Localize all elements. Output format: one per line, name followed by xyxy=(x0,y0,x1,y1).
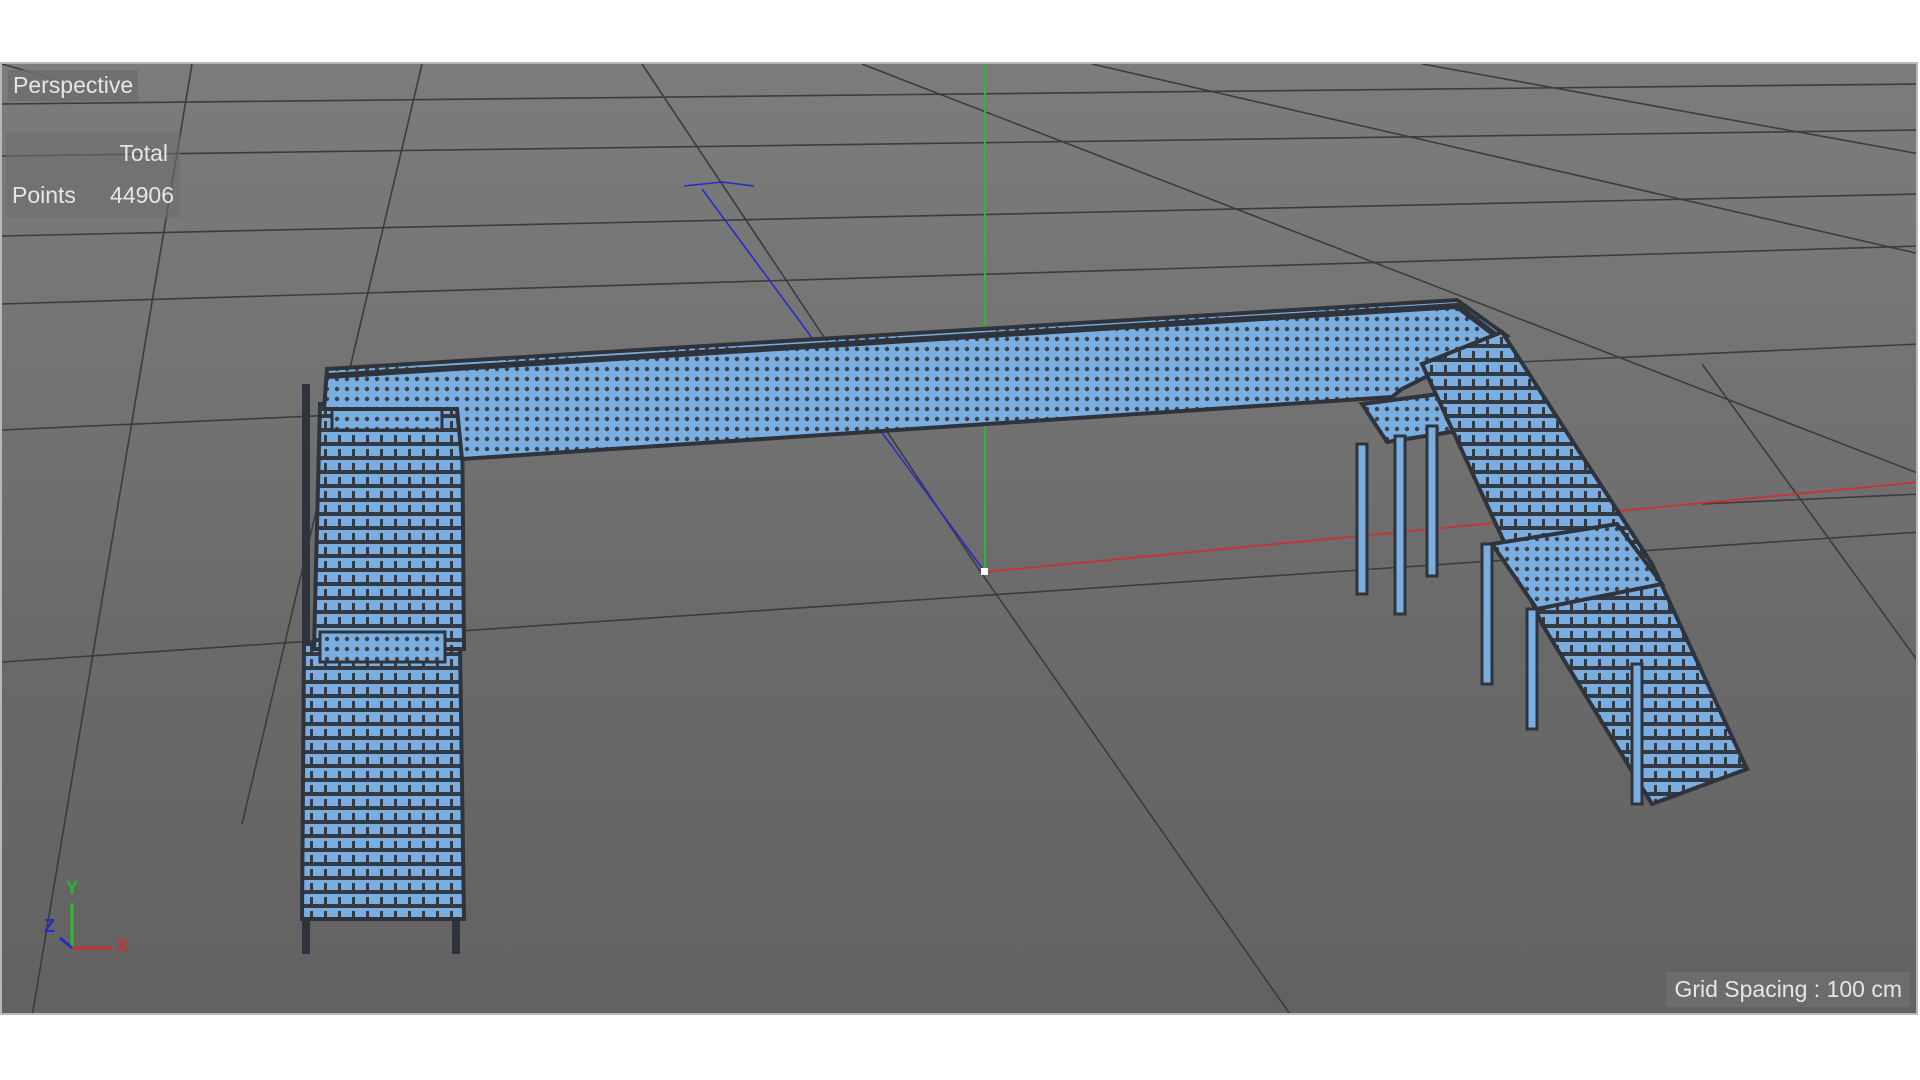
left-conveyor-upper xyxy=(311,402,467,651)
world-x-axis xyxy=(984,481,1916,573)
stand-leg-3 xyxy=(1425,424,1439,578)
3d-viewport[interactable]: Perspective Total Points 44906 Y Z X Gri… xyxy=(0,62,1918,1015)
gizmo-x-label: X xyxy=(116,936,129,956)
gizmo-z-label: Z xyxy=(44,916,55,936)
statistics-panel: Total Points 44906 xyxy=(6,132,180,218)
stats-points-label: Points xyxy=(12,182,76,208)
gizmo-y-label: Y xyxy=(66,878,79,898)
stand-leg-1 xyxy=(1355,442,1369,596)
z-axis-arrowhead xyxy=(683,181,755,187)
view-name-label[interactable]: Perspective xyxy=(8,70,139,101)
world-origin-icon xyxy=(981,568,988,575)
top-conveyor xyxy=(321,297,1511,462)
right-leg-1 xyxy=(1480,542,1494,686)
scene-canvas[interactable] xyxy=(2,64,1918,1015)
left-conveyor-lower xyxy=(299,642,467,921)
stats-points-value: 44906 xyxy=(110,182,174,208)
grid-spacing-label: Grid Spacing : 100 cm xyxy=(1666,972,1910,1007)
stand-leg-2 xyxy=(1393,434,1407,616)
axis-gizmo-icon: Y Z X xyxy=(42,878,132,958)
stats-column-header: Total xyxy=(119,140,168,166)
left-roller-coil-lower xyxy=(318,630,447,664)
right-leg-2 xyxy=(1525,607,1539,731)
right-leg-3 xyxy=(1630,662,1644,806)
